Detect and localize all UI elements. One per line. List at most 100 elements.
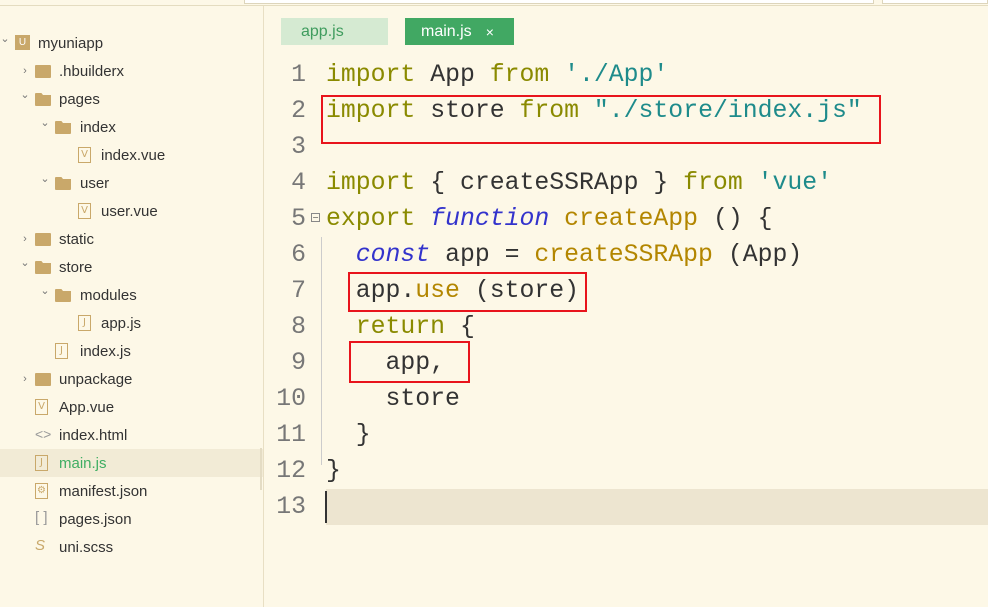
- js-file-icon: J: [78, 315, 91, 331]
- vue-file-icon: V: [35, 399, 48, 415]
- code-text: }: [326, 453, 341, 489]
- code-token: return: [355, 313, 446, 341]
- code-line[interactable]: 1 import App from './App': [264, 57, 988, 93]
- line-number: 12: [276, 457, 306, 485]
- tree-item-label: .hbuilderx: [59, 62, 125, 80]
- code-text: import App from './App': [326, 57, 668, 93]
- folder-icon: [55, 289, 71, 302]
- line-number: 2: [291, 97, 306, 125]
- manifest-file-icon: ⚙: [35, 483, 48, 499]
- tree-item-label: uni.scss: [59, 538, 114, 556]
- code-line[interactable]: 5 export function createApp () {: [264, 201, 988, 237]
- code-line[interactable]: 8 return {: [264, 309, 988, 345]
- tree-item[interactable]: ⌄ modules: [0, 281, 263, 309]
- code-token: app =: [445, 241, 535, 269]
- line-number: 10: [276, 385, 306, 413]
- tree-item[interactable]: ⌄ index: [0, 113, 263, 141]
- code-token: from: [683, 169, 743, 197]
- chevron-down-icon[interactable]: ⌄: [0, 34, 10, 45]
- code-token: (App): [727, 241, 803, 269]
- tree-item-label: store: [59, 258, 93, 276]
- code-line[interactable]: 6 const app = createSSRApp (App): [264, 237, 988, 273]
- tree-item[interactable]: ⚙ manifest.json: [0, 477, 263, 505]
- line-number: 4: [291, 169, 306, 197]
- tree-item[interactable]: <> index.html: [0, 421, 263, 449]
- chevron-down-icon[interactable]: ⌄: [40, 118, 50, 129]
- tree-item[interactable]: ⌄ pages: [0, 85, 263, 113]
- code-text: export function createApp () {: [326, 201, 772, 237]
- line-number: 11: [276, 421, 306, 449]
- tree-item[interactable]: Jindex.js: [0, 337, 263, 365]
- code-text: const app = createSSRApp (App): [326, 237, 802, 273]
- tree-item[interactable]: Vuser.vue: [0, 197, 263, 225]
- chevron-right-icon[interactable]: ›: [20, 66, 30, 77]
- close-icon[interactable]: ×: [486, 24, 494, 40]
- code-token: 'vue': [757, 169, 832, 197]
- code-token: function: [430, 205, 550, 233]
- tab-app-js[interactable]: app.js: [281, 18, 388, 45]
- tree-item[interactable]: Japp.js: [0, 309, 263, 337]
- code-token: createSSRApp: [534, 241, 713, 269]
- code-text: store: [326, 381, 460, 417]
- code-line[interactable]: 13: [264, 489, 988, 525]
- code-token: import: [326, 61, 416, 89]
- top-input[interactable]: [244, 0, 874, 4]
- code-token: }: [326, 421, 371, 449]
- code-line[interactable]: 11 }: [264, 417, 988, 453]
- text-caret: [325, 491, 327, 523]
- tree-item[interactable]: ⌄ store: [0, 253, 263, 281]
- tree-item[interactable]: › unpackage: [0, 365, 263, 393]
- line-number: 13: [276, 493, 306, 521]
- tree-item[interactable]: Suni.scss: [0, 533, 263, 561]
- line-number: 9: [291, 349, 306, 377]
- tree-item[interactable]: Jmain.js: [0, 449, 263, 477]
- tree-item-label: index.js: [80, 342, 131, 360]
- code-token: {: [459, 313, 475, 341]
- chevron-down-icon[interactable]: ⌄: [40, 286, 50, 297]
- tree-item[interactable]: ⌄ Umyuniapp: [0, 29, 263, 57]
- chevron-right-icon[interactable]: ›: [20, 234, 30, 245]
- scss-file-icon: S: [35, 537, 46, 554]
- highlight-box-app-use: [348, 272, 587, 312]
- folder-icon: [55, 177, 71, 190]
- chevron-down-icon[interactable]: ⌄: [20, 258, 30, 269]
- chevron-down-icon[interactable]: ⌄: [20, 90, 30, 101]
- code-line[interactable]: 10 store: [264, 381, 988, 417]
- code-token: const: [355, 241, 431, 269]
- sidebar-scrollbar[interactable]: [260, 448, 262, 490]
- code-token: createApp: [564, 205, 699, 233]
- highlight-box-app-return: [349, 341, 470, 383]
- line-number: 3: [291, 133, 306, 161]
- code-token: import: [326, 169, 416, 197]
- code-token: './App': [564, 61, 669, 89]
- code-token: }: [326, 457, 341, 485]
- tab-label: main.js: [421, 22, 472, 40]
- tree-item-label: app.js: [101, 314, 142, 332]
- tree-item[interactable]: › .hbuilderx: [0, 57, 263, 85]
- folder-icon: [35, 65, 51, 78]
- project-icon: U: [15, 35, 30, 50]
- tree-item[interactable]: V App.vue: [0, 393, 263, 421]
- chevron-down-icon[interactable]: ⌄: [40, 174, 50, 185]
- chevron-right-icon[interactable]: ›: [20, 374, 30, 385]
- tree-item-label: index.html: [59, 426, 128, 444]
- tree-item-label: pages: [59, 90, 100, 108]
- json-file-icon: [ ]: [35, 509, 48, 526]
- tab-main-js[interactable]: main.js ×: [405, 18, 514, 45]
- code-line[interactable]: 4 import { createSSRApp } from 'vue': [264, 165, 988, 201]
- code-token: store: [326, 385, 460, 413]
- line-number: 5: [291, 205, 306, 233]
- line-number: 7: [291, 277, 306, 305]
- line-number: 8: [291, 313, 306, 341]
- code-line[interactable]: 12}: [264, 453, 988, 489]
- code-text: import { createSSRApp } from 'vue': [326, 165, 832, 201]
- tree-item[interactable]: › static: [0, 225, 263, 253]
- tree-item[interactable]: Vindex.vue: [0, 141, 263, 169]
- tree-item[interactable]: [ ] pages.json: [0, 505, 263, 533]
- line-number: 1: [291, 61, 306, 89]
- top-input-secondary[interactable]: [882, 0, 988, 4]
- tree-item-label: index.vue: [101, 146, 166, 164]
- tree-item[interactable]: ⌄ user: [0, 169, 263, 197]
- tree-item-label: App.vue: [59, 398, 115, 416]
